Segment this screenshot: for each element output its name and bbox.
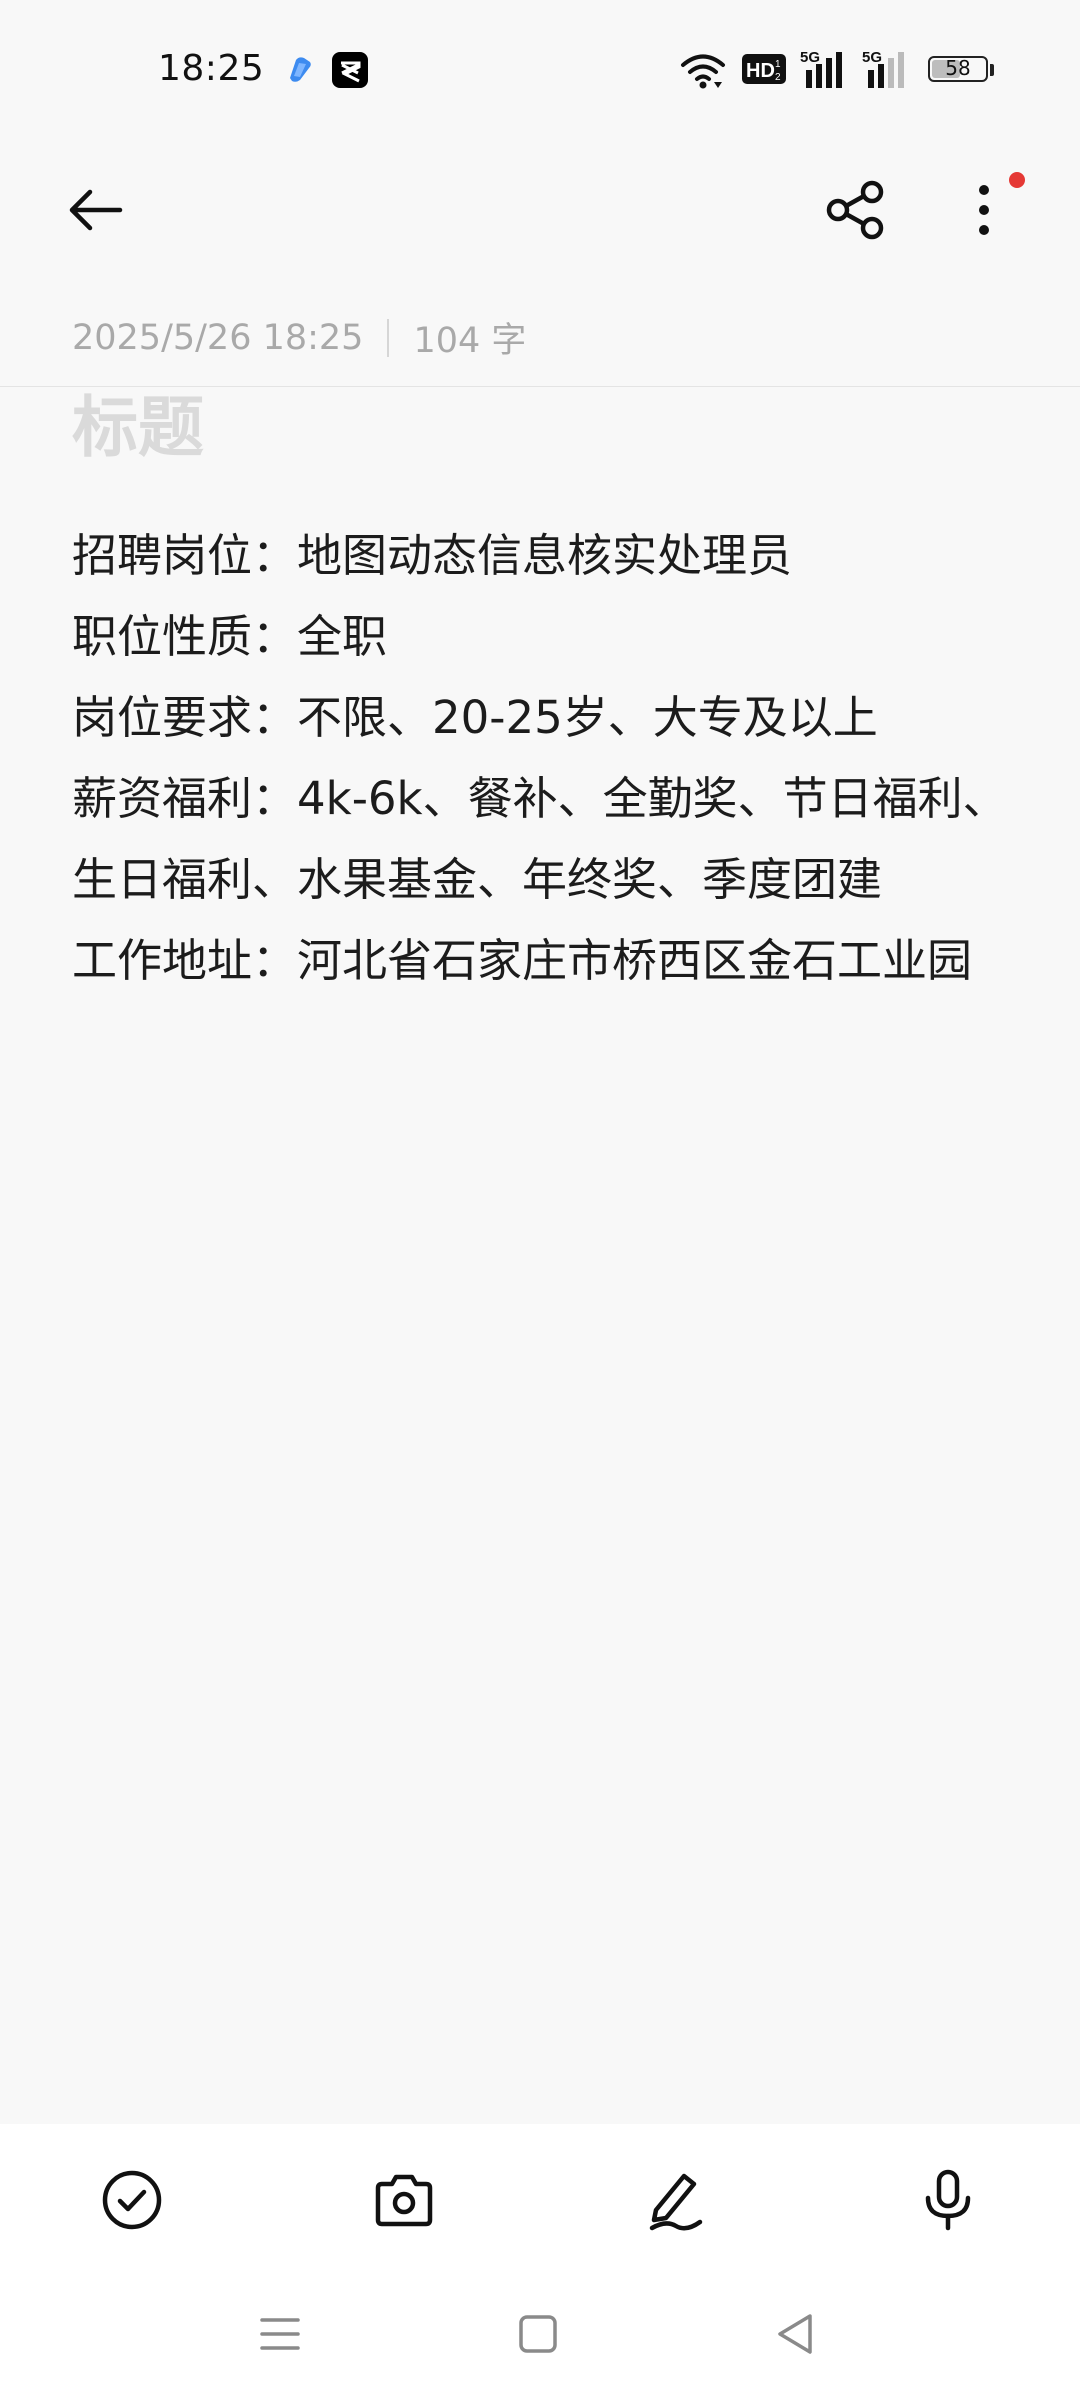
svg-text:2: 2 — [775, 72, 781, 83]
voice-input-button[interactable] — [912, 2164, 984, 2236]
checklist-button[interactable] — [96, 2164, 168, 2236]
svg-text:1: 1 — [775, 59, 781, 70]
microphone-icon — [925, 2169, 971, 2231]
meta-divider — [387, 318, 390, 357]
svg-text:5G: 5G — [800, 49, 820, 66]
svg-text:5G: 5G — [862, 49, 882, 66]
menu-icon — [260, 2318, 300, 2350]
back-button[interactable] — [56, 170, 136, 250]
note-body-editor[interactable]: 招聘岗位：地图动态信息核实处理员 职位性质：全职 岗位要求：不限、20-25岁、… — [72, 515, 1012, 1001]
note-line: 岗位要求：不限、20-25岁、大专及以上 — [72, 691, 878, 744]
status-time: 18:25 — [158, 48, 265, 89]
system-back-button[interactable] — [766, 2304, 826, 2364]
handwriting-button[interactable] — [640, 2164, 712, 2236]
back-triangle-icon — [778, 2314, 812, 2354]
note-word-count: 104 字 — [413, 321, 527, 361]
status-bar: 18:25 HD 1 2 5G 5G 58 — [0, 0, 1080, 140]
note-line: 职位性质：全职 — [72, 610, 388, 663]
status-indicators: HD 1 2 5G 5G 58 — [680, 46, 1020, 94]
checklist-icon — [102, 2170, 162, 2230]
camera-icon — [375, 2174, 433, 2227]
svg-text:HD: HD — [746, 60, 775, 82]
home-icon — [519, 2315, 557, 2353]
signal-icon: 5G — [800, 48, 852, 94]
note-line: 招聘岗位：地图动态信息核实处理员 — [72, 529, 793, 582]
note-date: 2025/5/26 18:25 — [72, 317, 364, 358]
home-button[interactable] — [508, 2304, 568, 2364]
note-line: 工作地址：河北省石家庄市桥西区金石工业园 — [72, 934, 973, 987]
note-line: 薪资福利：4k-6k、餐补、全勤奖、节日福利、生日福利、水果基金、年终奖、季度团… — [72, 772, 1008, 906]
hd-icon: HD 1 2 — [742, 54, 786, 88]
camera-button[interactable] — [368, 2164, 440, 2236]
recent-apps-button[interactable] — [250, 2304, 310, 2364]
blue-app-icon — [282, 52, 316, 86]
header-divider — [0, 386, 1080, 387]
editor-toolbar — [0, 2124, 1080, 2264]
note-meta: 2025/5/26 18:25 104 字 — [72, 312, 526, 363]
share-button[interactable] — [818, 170, 898, 250]
note-title-input[interactable]: 标题 — [72, 388, 204, 468]
notification-dot — [1009, 172, 1025, 188]
system-nav-bar — [0, 2264, 1080, 2400]
arrow-left-icon — [69, 189, 123, 231]
signal-icon: 5G — [862, 48, 914, 94]
capcut-icon — [332, 52, 368, 88]
battery-level: 58 — [945, 56, 971, 80]
handwriting-icon — [649, 2173, 703, 2231]
battery-nub — [990, 64, 994, 76]
battery-icon: 58 — [928, 56, 988, 82]
share-icon — [826, 180, 884, 240]
wifi-icon — [680, 52, 726, 94]
